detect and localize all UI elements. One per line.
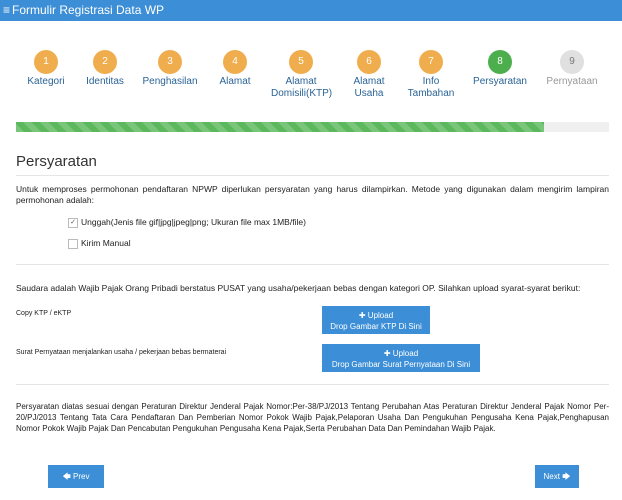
step-number-badge: 7 xyxy=(419,50,443,74)
divider xyxy=(16,264,609,265)
step-label: Pernyataan xyxy=(546,76,598,87)
step-number-badge: 4 xyxy=(223,50,247,74)
progress-bar-fill xyxy=(16,122,544,132)
upload-method-option[interactable]: ✓ Unggah(Jenis file gif|jpg|jpeg|png; Uku… xyxy=(68,217,306,228)
prev-button[interactable]: 🡄 Prev xyxy=(48,465,104,488)
regulation-footnote: Persyaratan diatas sesuai dengan Peratur… xyxy=(16,402,609,433)
divider xyxy=(16,384,609,385)
step-info-tambahan[interactable]: 7 Info Tambahan xyxy=(391,50,471,100)
intro-text: Untuk memproses permohonan pendaftaran N… xyxy=(16,184,609,205)
upload-surat-pernyataan-button[interactable]: ✚ Upload Drop Gambar Surat Pernyataan Di… xyxy=(322,344,480,372)
step-number-badge: 8 xyxy=(488,50,512,74)
step-label: Info Tambahan xyxy=(407,76,455,99)
step-number-badge: 3 xyxy=(158,50,182,74)
step-label: Persyaratan xyxy=(473,76,527,87)
step-number-badge: 2 xyxy=(93,50,117,74)
document-label-ktp: Copy KTP / eKTP xyxy=(16,310,72,317)
title-bar: ≡ Formulir Registrasi Data WP xyxy=(0,0,622,21)
checkbox-checked-icon[interactable]: ✓ xyxy=(68,217,78,228)
next-button[interactable]: Next 🡆 xyxy=(535,465,579,488)
drop-label: Drop Gambar Surat Pernyataan Di Sini xyxy=(331,360,471,369)
step-persyaratan[interactable]: 8 Persyaratan xyxy=(460,50,540,88)
step-number-badge: 6 xyxy=(357,50,381,74)
step-number-badge: 5 xyxy=(289,50,313,74)
step-label: Alamat Usaha xyxy=(353,76,385,99)
progress-bar xyxy=(16,122,609,132)
requirements-note: Saudara adalah Wajib Pajak Orang Pribadi… xyxy=(16,283,581,293)
checkbox-icon[interactable] xyxy=(68,238,78,249)
divider xyxy=(16,175,609,176)
step-label: Alamat Domisili(KTP) xyxy=(271,76,333,99)
upload-ktp-button[interactable]: ✚ Upload Drop Gambar KTP Di Sini xyxy=(322,306,430,334)
upload-label: ✚ Upload xyxy=(383,349,419,358)
section-title: Persyaratan xyxy=(16,153,97,170)
menu-icon[interactable]: ≡ xyxy=(3,0,10,21)
upload-label: ✚ Upload xyxy=(358,311,394,320)
app-title: Formulir Registrasi Data WP xyxy=(12,3,165,17)
option-label: Unggah(Jenis file gif|jpg|jpeg|png; Ukur… xyxy=(81,217,306,227)
step-number-badge: 1 xyxy=(34,50,58,74)
step-number-badge: 9 xyxy=(560,50,584,74)
option-label: Kirim Manual xyxy=(81,238,131,248)
step-pernyataan[interactable]: 9 Pernyataan xyxy=(532,50,612,88)
wizard-steps: 1 Kategori 2 Identitas 3 Penghasilan 4 A… xyxy=(0,50,622,110)
manual-method-option[interactable]: Kirim Manual xyxy=(68,238,131,249)
document-label-surat-pernyataan: Surat Pernyataan menjalankan usaha / pek… xyxy=(16,349,227,356)
drop-label: Drop Gambar KTP Di Sini xyxy=(330,322,422,331)
